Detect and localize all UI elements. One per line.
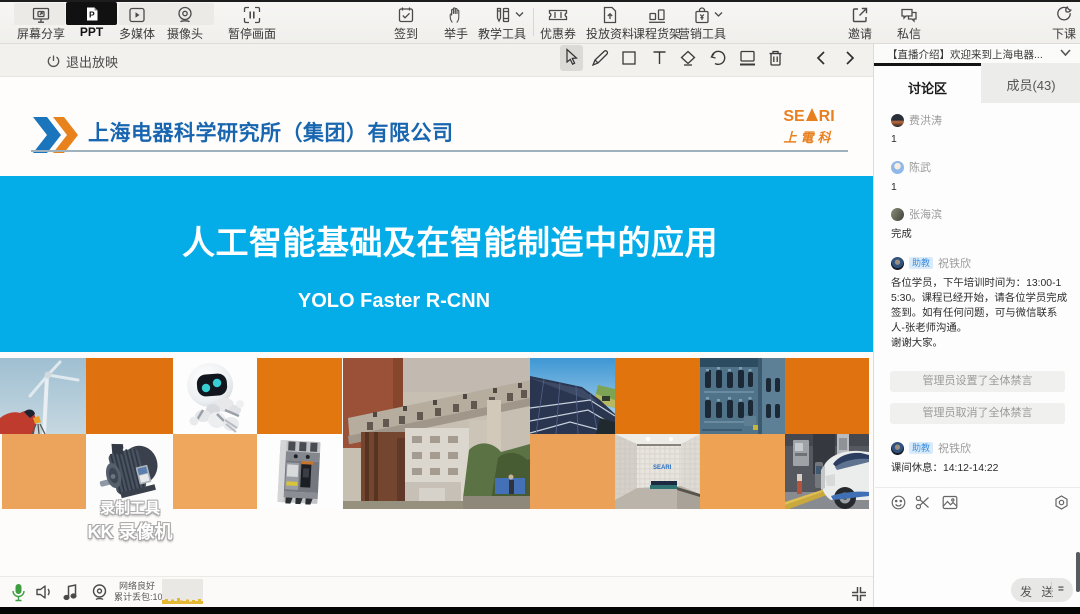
svg-text:SEARI: SEARI: [653, 465, 672, 471]
svg-text:P: P: [89, 10, 95, 20]
